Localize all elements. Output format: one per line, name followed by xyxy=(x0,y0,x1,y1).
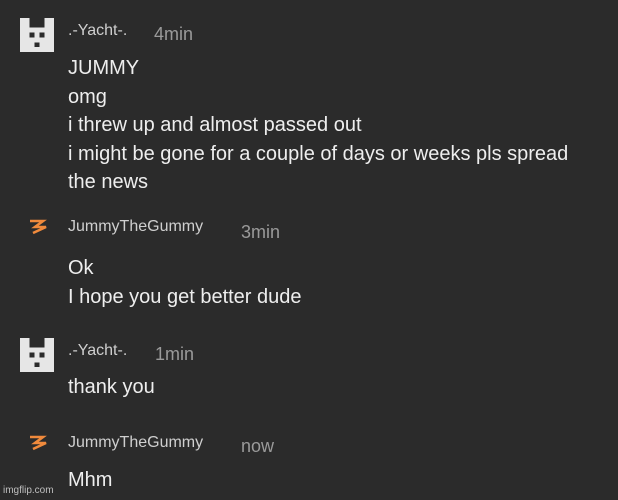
message-body: JUMMY omg i threw up and almost passed o… xyxy=(68,54,568,197)
message-body: Mhm xyxy=(68,466,112,495)
message-line: thank you xyxy=(68,376,155,398)
message-timestamp: 1min xyxy=(155,344,195,364)
orange-bolt-icon[interactable] xyxy=(27,434,49,452)
message-line: i might be gone for a couple of days or … xyxy=(68,142,569,165)
message-body: thank you xyxy=(68,373,155,402)
message-line: i threw up and almost passed out xyxy=(68,114,362,136)
message-line: Mhm xyxy=(68,469,113,491)
message-line: omg xyxy=(68,85,107,108)
message-author[interactable]: JummyTheGummy xyxy=(68,218,203,236)
message-line: the news xyxy=(68,171,149,193)
orange-bolt-icon[interactable] xyxy=(27,218,49,236)
chat-log: .-Yacht-. 4min JUMMY omg i threw up and … xyxy=(0,0,618,500)
message-line: I hope you get better dude xyxy=(68,285,302,308)
message-timestamp: now xyxy=(241,436,275,456)
message-author[interactable]: .-Yacht-. xyxy=(68,22,127,40)
message-line: Ok xyxy=(68,257,94,279)
pixel-cat-icon[interactable] xyxy=(20,338,54,372)
message-body: Ok I hope you get better dude xyxy=(68,254,302,311)
message-line: JUMMY xyxy=(68,57,140,79)
imgflip-watermark: imgflip.com xyxy=(3,485,54,496)
pixel-cat-icon[interactable] xyxy=(20,18,54,52)
message-timestamp: 3min xyxy=(241,222,281,242)
message-author[interactable]: JummyTheGummy xyxy=(68,434,203,452)
message-timestamp: 4min xyxy=(154,24,194,44)
message-author[interactable]: .-Yacht-. xyxy=(68,342,127,360)
